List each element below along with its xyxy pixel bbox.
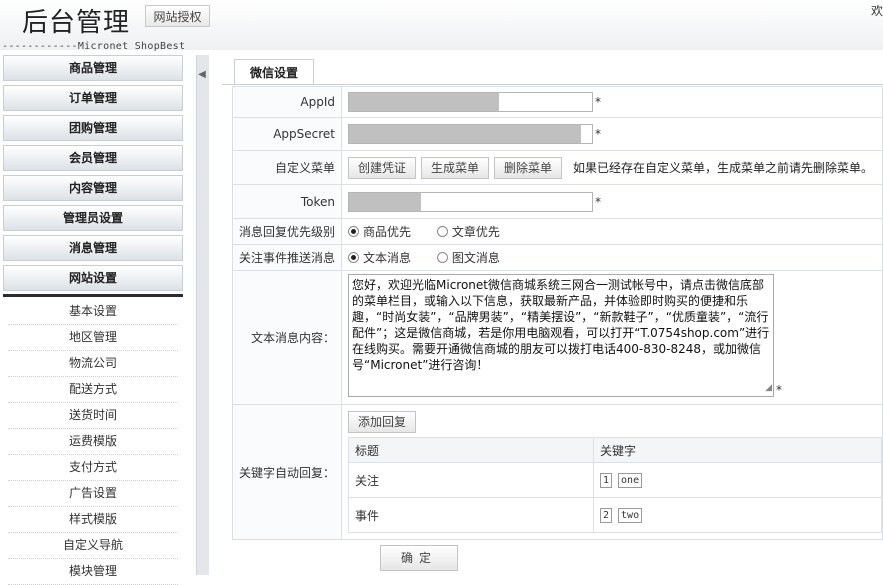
radio-product-first[interactable] (348, 226, 359, 237)
appid-masked-value (349, 93, 499, 111)
website-license-button[interactable]: 网站授权 (145, 5, 210, 27)
token-masked-value (349, 192, 421, 211)
row-keyword-input[interactable]: two (618, 507, 643, 523)
menu-group-groupbuy[interactable]: 团购管理 (3, 115, 183, 141)
sidebar-item-ads[interactable]: 广告设置 (8, 481, 178, 507)
custom-menu-label: 自定义菜单 (232, 150, 342, 185)
sidebar-item-delivery[interactable]: 配送方式 (8, 377, 178, 403)
row-title: 事件 (348, 497, 594, 533)
table-row: 事件 2 two (348, 497, 882, 533)
tab-underline (222, 84, 883, 85)
menu-group-order[interactable]: 订单管理 (3, 85, 183, 111)
brand-subtitle: ------------Micronet ShopBest (2, 41, 186, 52)
sidebar-item-freight[interactable]: 运费模版 (8, 429, 178, 455)
keyword-reply-label: 关键字自动回复： (232, 404, 342, 540)
col-header-title: 标题 (348, 437, 594, 463)
row-number-input[interactable]: 1 (600, 472, 613, 488)
radio-article-first-label: 文章优先 (451, 225, 500, 239)
radio-text-message-label: 文本消息 (363, 251, 412, 265)
menu-group-message[interactable]: 消息管理 (3, 235, 183, 261)
radio-product-first-label: 商品优先 (363, 225, 412, 239)
confirm-button[interactable]: 确定 (380, 545, 458, 571)
text-message-textarea[interactable]: 您好，欢迎光临Micronet微信商城系统三网合一测试帐号中，请点击微信底部的菜… (348, 274, 774, 397)
keyword-reply-table: 标题 关键字 关注 1 one 事件 2 two (348, 437, 882, 533)
delete-menu-button[interactable]: 删除菜单 (494, 156, 563, 179)
welcome-text: 欢 (870, 4, 883, 18)
sidebar-item-region[interactable]: 地区管理 (8, 325, 178, 351)
menu-divider (3, 294, 183, 297)
row-number-input[interactable]: 2 (600, 507, 613, 523)
appid-required-mark: * (595, 95, 601, 109)
radio-news-message-label: 图文消息 (451, 251, 500, 265)
custom-menu-hint: 如果已经存在自定义菜单，生成菜单之前请先删除菜单。 (573, 161, 874, 175)
table-row: 关注 1 one (348, 462, 882, 498)
tab-wechat-settings[interactable]: 微信设置 (234, 59, 314, 85)
appid-label: AppId (232, 86, 342, 118)
sidebar-item-payment[interactable]: 支付方式 (8, 455, 178, 481)
text-message-content: 您好，欢迎光临Micronet微信商城系统三网合一测试帐号中，请点击微信底部的菜… (352, 278, 770, 372)
sidebar-collapse-strip[interactable] (196, 55, 209, 575)
resize-grip-icon[interactable]: ◢ (765, 380, 772, 396)
sidebar-item-delivery-time[interactable]: 送货时间 (8, 403, 178, 429)
generate-menu-button[interactable]: 生成菜单 (421, 156, 490, 179)
radio-text-message[interactable] (348, 252, 359, 263)
reply-priority-label: 消息回复优先级别 (232, 218, 342, 245)
radio-news-message[interactable] (436, 252, 448, 263)
appsecret-required-mark: * (595, 127, 601, 141)
menu-group-admin[interactable]: 管理员设置 (3, 205, 183, 231)
menu-group-product[interactable]: 商品管理 (3, 55, 183, 81)
add-reply-button[interactable]: 添加回复 (348, 411, 417, 433)
appsecret-input[interactable] (348, 124, 593, 144)
sidebar-item-modules[interactable]: 模块管理 (8, 559, 178, 585)
menu-group-site[interactable]: 网站设置 (3, 265, 183, 291)
sidebar-item-basic-settings[interactable]: 基本设置 (8, 299, 178, 325)
sidebar-item-custom-nav[interactable]: 自定义导航 (8, 533, 178, 559)
sidebar-item-style[interactable]: 样式模版 (8, 507, 178, 533)
wechat-settings-form: AppId * AppSecret * 自定义菜单 创建凭证 生成菜单 删除菜单 如果… (232, 86, 883, 540)
col-header-keyword: 关键字 (593, 437, 882, 463)
token-required-mark: * (595, 194, 601, 209)
appsecret-masked-value (349, 125, 581, 143)
text-message-required-mark: * (776, 383, 782, 397)
sidebar-item-logistics[interactable]: 物流公司 (8, 351, 178, 377)
menu-group-content[interactable]: 内容管理 (3, 175, 183, 201)
sidebar: 商品管理 订单管理 团购管理 会员管理 内容管理 管理员设置 消息管理 网站设置… (0, 52, 188, 585)
radio-article-first[interactable] (436, 226, 448, 237)
main-content: 微信设置 AppId * AppSecret * 自定义菜单 创建凭证 生成菜单删… (222, 55, 883, 577)
text-message-label: 文本消息内容： (232, 270, 342, 405)
appsecret-label: AppSecret (232, 117, 342, 151)
collapse-arrow-icon[interactable]: ◀ (197, 60, 207, 90)
menu-group-member[interactable]: 会员管理 (3, 145, 183, 171)
token-label: Token (232, 184, 342, 219)
header: 后台管理 网站授权 欢 ------------Micronet ShopBes… (0, 0, 883, 52)
create-credential-button[interactable]: 创建凭证 (348, 156, 417, 179)
app-title: 后台管理 (22, 8, 131, 38)
row-keyword-input[interactable]: one (618, 472, 643, 488)
token-input[interactable] (348, 191, 593, 212)
appid-input[interactable] (348, 92, 593, 112)
row-title: 关注 (348, 462, 594, 498)
event-push-label: 关注事件推送消息 (232, 244, 342, 271)
